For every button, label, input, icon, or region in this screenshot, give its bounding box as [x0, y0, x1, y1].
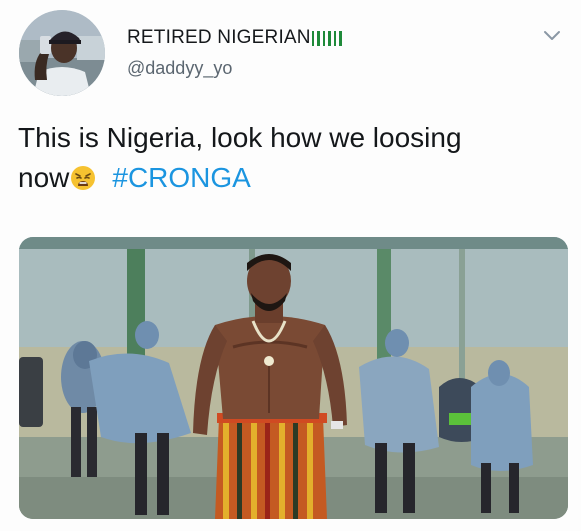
tweet-text-line-1: This is Nigeria, look how we loosing — [18, 122, 462, 153]
tweet-text: This is Nigeria, look how we loosing now… — [18, 118, 563, 198]
avatar-photo — [19, 10, 105, 96]
tweet-card: RETIRED NIGERIAN @daddyy_yo This is Nige… — [0, 0, 581, 531]
nigeria-flag-icon — [311, 30, 342, 46]
tweet-text-line-2: now #CRONGA — [18, 158, 563, 198]
weary-face-icon — [70, 162, 96, 190]
tweet-media-image[interactable] — [19, 237, 568, 519]
chevron-down-icon[interactable] — [541, 24, 563, 46]
display-name-row[interactable]: RETIRED NIGERIAN — [127, 26, 342, 50]
nigeria-flag-icon — [311, 30, 320, 46]
avatar[interactable] — [19, 10, 105, 96]
nigeria-flag-icon — [333, 30, 342, 46]
hashtag-link[interactable]: #CRONGA — [112, 162, 250, 193]
tweet-text-now: now — [18, 162, 70, 193]
user-handle[interactable]: @daddyy_yo — [127, 58, 232, 79]
display-name[interactable]: RETIRED NIGERIAN — [127, 27, 311, 49]
music-video-still — [19, 237, 568, 519]
nigeria-flag-icon — [322, 30, 331, 46]
